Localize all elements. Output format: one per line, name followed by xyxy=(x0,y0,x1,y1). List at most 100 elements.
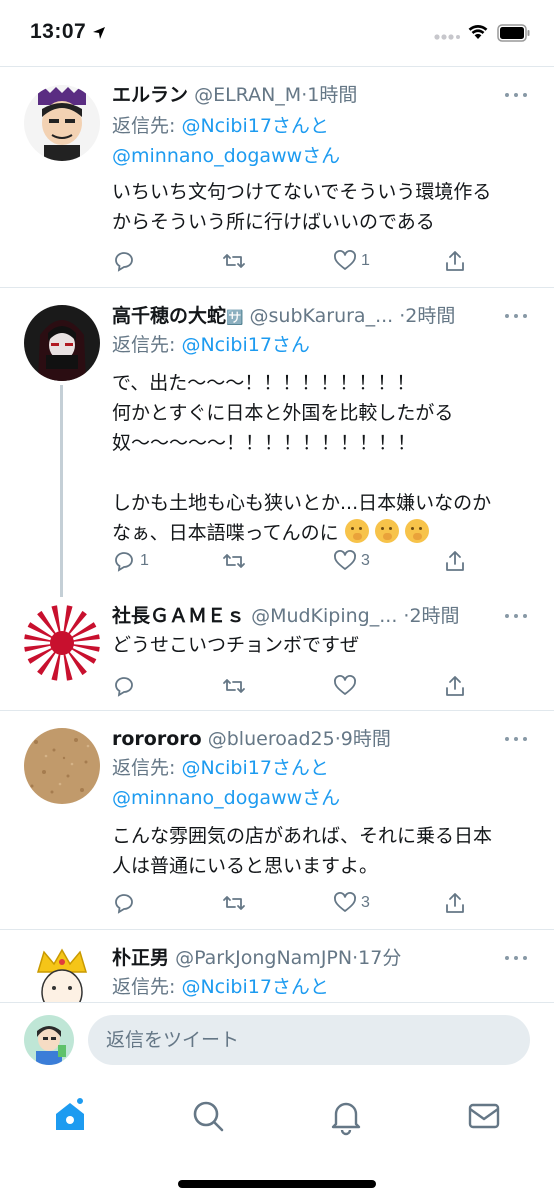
tab-notifications[interactable] xyxy=(326,1096,366,1136)
like-button[interactable]: 1 xyxy=(333,247,370,275)
share-button[interactable] xyxy=(443,889,467,917)
reply-link[interactable]: @minnano_dogawwさん xyxy=(112,145,340,167)
more-icon[interactable] xyxy=(505,735,529,743)
retweet-button[interactable] xyxy=(222,247,250,275)
search-icon xyxy=(193,1101,224,1132)
reply-button[interactable]: 1 xyxy=(112,547,149,575)
reply-link[interactable]: @Ncibi17さん xyxy=(181,334,309,356)
retweet-icon xyxy=(223,679,245,693)
tab-home[interactable] xyxy=(50,1096,90,1136)
timestamp[interactable]: 9時間 xyxy=(341,728,391,750)
like-button[interactable]: 3 xyxy=(333,889,370,917)
display-name[interactable]: 朴正男 xyxy=(112,947,169,969)
more-icon[interactable] xyxy=(505,91,529,99)
share-icon xyxy=(446,893,464,913)
reply-to-2: @minnano_dogawwさん xyxy=(112,141,534,171)
tweet-1[interactable]: エルラン @ELRAN_M·1時間 返信先: @Ncibi17さんと @minn… xyxy=(0,67,554,287)
reply-compose-bar: 返信をツイート xyxy=(0,1002,554,1078)
battery-icon xyxy=(497,24,530,42)
rising-sun-flag-avatar xyxy=(24,605,100,681)
like-icon xyxy=(334,550,356,570)
timestamp[interactable]: 17分 xyxy=(358,947,401,969)
share-button[interactable] xyxy=(443,547,467,575)
reply-prefix: 返信先: xyxy=(112,334,182,356)
user-handle[interactable]: @ELRAN_M xyxy=(194,84,301,106)
user-handle[interactable]: @ParkJongNamJPN xyxy=(175,947,352,969)
share-button[interactable] xyxy=(443,672,467,700)
display-name[interactable]: rorororo xyxy=(112,728,202,750)
share-icon xyxy=(446,551,464,571)
tweet-5[interactable]: 朴正男 @ParkJongNamJPN·17分 返信先: @Ncibi17さんと xyxy=(0,930,554,1002)
home-indicator[interactable] xyxy=(178,1180,376,1188)
wifi-icon xyxy=(468,25,488,39)
tweet-header: 社長ＧＡＭＥｓ @MudKiping_... ·2時間 xyxy=(112,602,494,630)
tweet-4[interactable]: rorororo @blueroad25·9時間 返信先: @Ncibi17さん… xyxy=(0,711,554,929)
like-icon xyxy=(334,250,356,270)
reply-prefix: 返信先: xyxy=(112,757,182,779)
my-avatar[interactable] xyxy=(24,1015,74,1065)
reply-button[interactable] xyxy=(112,247,140,275)
user-handle[interactable]: @blueroad25 xyxy=(208,728,335,750)
like-button[interactable]: 3 xyxy=(333,547,370,575)
like-button[interactable] xyxy=(333,672,361,700)
tab-messages[interactable] xyxy=(464,1096,504,1136)
avatar-image xyxy=(24,85,100,161)
text-line: 人は普通にいると思いますよ。 xyxy=(112,855,379,877)
retweet-button[interactable] xyxy=(222,889,250,917)
tweet-actions xyxy=(112,672,492,700)
avatar[interactable] xyxy=(24,946,100,1002)
reply-button[interactable] xyxy=(112,889,140,917)
more-icon[interactable] xyxy=(505,312,529,320)
reply-input[interactable]: 返信をツイート xyxy=(88,1015,530,1065)
tweet-header: 高千穂の大蛇🈂️ @subKarura_... ·2時間 xyxy=(112,302,494,330)
display-name[interactable]: 社長ＧＡＭＥｓ xyxy=(112,605,245,627)
more-icon[interactable] xyxy=(505,954,529,962)
more-icon[interactable] xyxy=(505,612,529,620)
like-count: 1 xyxy=(361,252,370,269)
share-icon xyxy=(446,251,464,271)
reply-to: 返信先: @Ncibi17さんと xyxy=(112,753,534,783)
cork-avatar xyxy=(24,728,100,804)
retweet-icon xyxy=(223,554,245,568)
avatar[interactable] xyxy=(24,85,100,161)
tweet-2[interactable]: 高千穂の大蛇🈂️ @subKarura_... ·2時間 返信先: @Ncibi… xyxy=(0,288,554,588)
reply-prefix: 返信先: xyxy=(112,115,182,137)
reply-prefix: 返信先: xyxy=(112,976,182,998)
text-line: しかも土地も心も狭いとか...日本嫌いなのか xyxy=(112,492,492,514)
display-name[interactable]: エルラン xyxy=(112,84,188,106)
timestamp[interactable]: 1時間 xyxy=(307,84,357,106)
retweet-button[interactable] xyxy=(222,672,250,700)
display-name[interactable]: 高千穂の大蛇 xyxy=(112,305,226,327)
tweet-3[interactable]: 社長ＧＡＭＥｓ @MudKiping_... ·2時間 どうせこいつチョンボです… xyxy=(0,588,554,710)
share-button[interactable] xyxy=(443,247,467,275)
user-handle[interactable]: @subKarura_... xyxy=(250,305,394,327)
tweet-text: こんな雰囲気の店があれば、それに乗る日本 人は普通にいると思いますよ。 xyxy=(112,821,534,881)
text-line: で、出た〜〜〜！！！！！！！！！ xyxy=(112,372,416,394)
reply-link[interactable]: @Ncibi17さんと xyxy=(181,757,328,779)
reply-link[interactable]: @Ncibi17さんと xyxy=(181,115,328,137)
like-count: 3 xyxy=(361,552,370,569)
user-handle[interactable]: @MudKiping_... xyxy=(251,605,397,627)
timestamp[interactable]: 2時間 xyxy=(409,605,459,627)
reply-link[interactable]: @minnano_dogawwさん xyxy=(112,787,340,809)
reply-link[interactable]: @Ncibi17さんと xyxy=(181,976,328,998)
hand-over-mouth-emoji xyxy=(374,519,399,543)
timestamp[interactable]: 2時間 xyxy=(405,305,455,327)
tab-search[interactable] xyxy=(188,1096,228,1136)
avatar[interactable] xyxy=(24,728,100,804)
status-bar: 13:07 xyxy=(0,0,554,66)
reply-to: 返信先: @Ncibi17さんと xyxy=(112,972,534,1002)
like-count: 3 xyxy=(361,894,370,911)
reply-icon xyxy=(115,677,133,697)
text-line: からそういう所に行けばいいのである xyxy=(112,211,435,233)
tweet-text: どうせこいつチョンボですぜ xyxy=(112,630,534,660)
hand-over-mouth-emoji xyxy=(404,519,429,543)
hand-over-mouth-emoji xyxy=(344,519,369,543)
avatar[interactable] xyxy=(24,305,100,381)
avatar[interactable] xyxy=(24,605,100,681)
like-icon xyxy=(334,675,356,695)
text-line: こんな雰囲気の店があれば、それに乗る日本 xyxy=(112,825,493,847)
retweet-button[interactable] xyxy=(222,547,250,575)
reply-button[interactable] xyxy=(112,672,140,700)
tweet-header: 朴正男 @ParkJongNamJPN·17分 xyxy=(112,944,494,972)
